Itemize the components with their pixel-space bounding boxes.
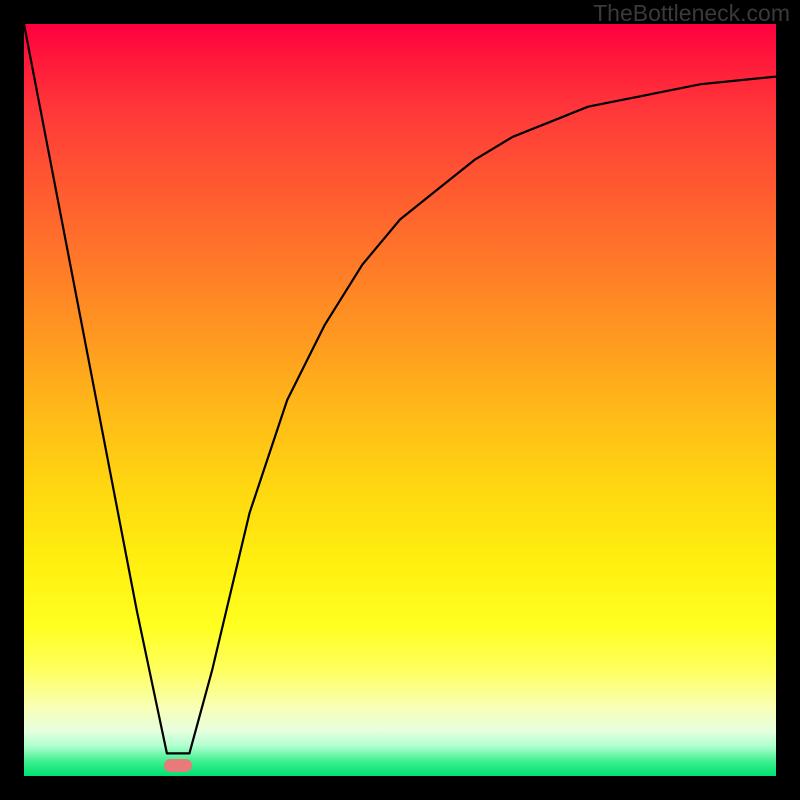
watermark-text: TheBottleneck.com <box>593 0 790 27</box>
bottleneck-curve <box>24 24 776 776</box>
chart-frame: TheBottleneck.com <box>0 0 800 800</box>
plot-area <box>24 24 776 776</box>
highlight-marker <box>164 759 192 772</box>
